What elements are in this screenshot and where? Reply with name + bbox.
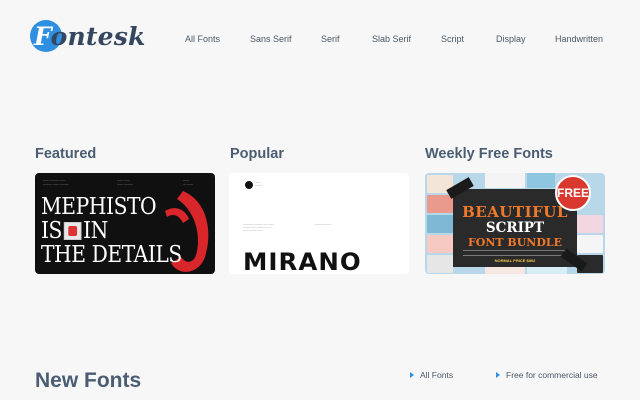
weekly-free-card[interactable]: BEAUTIFUL SCRIPT FONT BUNDLE NORMAL PRIC… (425, 173, 605, 274)
featured-fine-print-mid: —— —— —— ——— (117, 178, 133, 186)
popular-heading: Popular (230, 146, 284, 162)
bundle-line-1: BEAUTIFUL (462, 203, 568, 221)
popular-fine-print-right: ——— ——— (315, 223, 332, 226)
filter-all-fonts-label: All Fonts (420, 370, 454, 380)
free-badge: FREE (555, 175, 591, 211)
new-fonts-heading: New Fonts (35, 369, 142, 392)
featured-line-1: MEPHISTO (41, 194, 157, 220)
collage-tile (485, 173, 525, 188)
collage-tile (427, 195, 453, 213)
featured-card[interactable]: —— ——— —— ——— —— ——— —— —— —— ——— —— — —— M… (35, 173, 215, 274)
popular-fine-print-left: ———— ——— —— —— ——— —— ———— — —— ——— —— (243, 223, 274, 232)
featured-fine-print-left: —— ——— —— ——— —— ——— (43, 178, 69, 186)
filter-all-fonts[interactable]: All Fonts (410, 370, 453, 380)
nav-script[interactable]: Script (441, 34, 464, 44)
featured-line-2: IS IN (41, 219, 108, 243)
collage-tile (427, 235, 453, 253)
bundle-price: NORMAL PRICE $802 (494, 258, 536, 263)
collage-tile (577, 215, 603, 233)
popular-specimen: MIRANO (243, 248, 362, 274)
chevron-right-icon (410, 372, 414, 378)
bundle-line-3: FONT BUNDLE (467, 236, 563, 249)
nav-all-fonts[interactable]: All Fonts (185, 34, 220, 44)
chevron-right-icon (496, 372, 500, 378)
bundle-line-2: SCRIPT (485, 220, 545, 236)
popular-card[interactable]: —— ——— ———— ——— —— —— ——— —— ———— — —— ——— … (229, 173, 409, 274)
nav-display[interactable]: Display (496, 34, 526, 44)
featured-word-in: IN (83, 218, 108, 244)
weekly-free-heading: Weekly Free Fonts (425, 146, 553, 162)
collage-tile (427, 255, 453, 273)
main-nav: All Fonts Sans Serif Serif Slab Serif Sc… (0, 34, 640, 48)
nav-sans-serif[interactable]: Sans Serif (250, 34, 292, 44)
filter-commercial-use[interactable]: Free for commercial use (496, 370, 598, 380)
featured-fine-print-right: —— — —— (183, 178, 193, 186)
collage-tile (577, 235, 603, 253)
nav-slab-serif[interactable]: Slab Serif (372, 34, 411, 44)
featured-heading: Featured (35, 146, 97, 162)
nav-handwritten[interactable]: Handwritten (555, 34, 603, 44)
nav-serif[interactable]: Serif (321, 34, 340, 44)
popular-logo-dot (245, 181, 253, 189)
featured-word-is: IS (41, 218, 62, 244)
filter-commercial-use-label: Free for commercial use (506, 370, 598, 380)
popular-fine-print-top: —— ——— (255, 181, 263, 187)
site-header: Fontesk All Fonts Sans Serif Serif Slab … (0, 0, 640, 80)
featured-image-box (63, 222, 82, 240)
collage-tile (427, 215, 453, 233)
collage-tile (527, 173, 555, 188)
featured-line-3: THE DETAILS (41, 242, 182, 268)
bundle-fine-print (463, 250, 567, 256)
